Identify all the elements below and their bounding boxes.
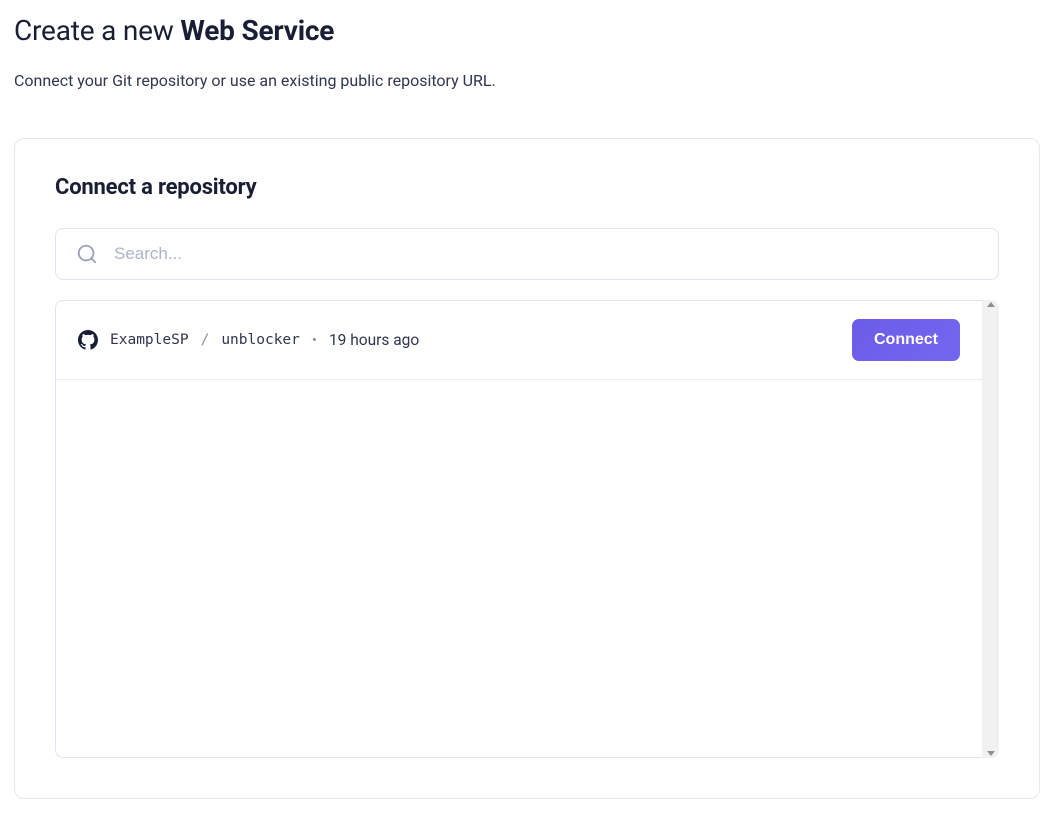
repo-name: unblocker bbox=[221, 332, 300, 348]
repo-separator-dot: • bbox=[312, 333, 317, 348]
search-icon bbox=[76, 243, 98, 265]
page-title-prefix: Create a new bbox=[14, 14, 180, 47]
repo-owner: ExampleSP bbox=[110, 332, 189, 348]
github-icon bbox=[78, 330, 98, 350]
page-title: Create a new Web Service bbox=[14, 14, 1040, 47]
scrollbar[interactable] bbox=[982, 300, 999, 758]
scroll-down-icon[interactable] bbox=[987, 751, 995, 756]
connect-button[interactable]: Connect bbox=[852, 319, 960, 361]
connect-repository-card: Connect a repository ExampleSP / bbox=[14, 138, 1040, 799]
search-input-container[interactable] bbox=[55, 228, 999, 280]
repo-list-container: ExampleSP / unblocker • 19 hours ago Con… bbox=[55, 300, 999, 758]
repo-list: ExampleSP / unblocker • 19 hours ago Con… bbox=[55, 300, 982, 758]
search-input[interactable] bbox=[114, 244, 978, 264]
repo-updated-time: 19 hours ago bbox=[329, 331, 419, 349]
repo-row: ExampleSP / unblocker • 19 hours ago Con… bbox=[56, 301, 982, 380]
card-heading: Connect a repository bbox=[55, 175, 999, 200]
page-subtitle: Connect your Git repository or use an ex… bbox=[14, 71, 1040, 90]
scroll-up-icon[interactable] bbox=[987, 302, 995, 307]
repo-row-left: ExampleSP / unblocker • 19 hours ago bbox=[78, 330, 419, 350]
page-title-strong: Web Service bbox=[180, 14, 334, 47]
repo-slash: / bbox=[201, 332, 210, 348]
